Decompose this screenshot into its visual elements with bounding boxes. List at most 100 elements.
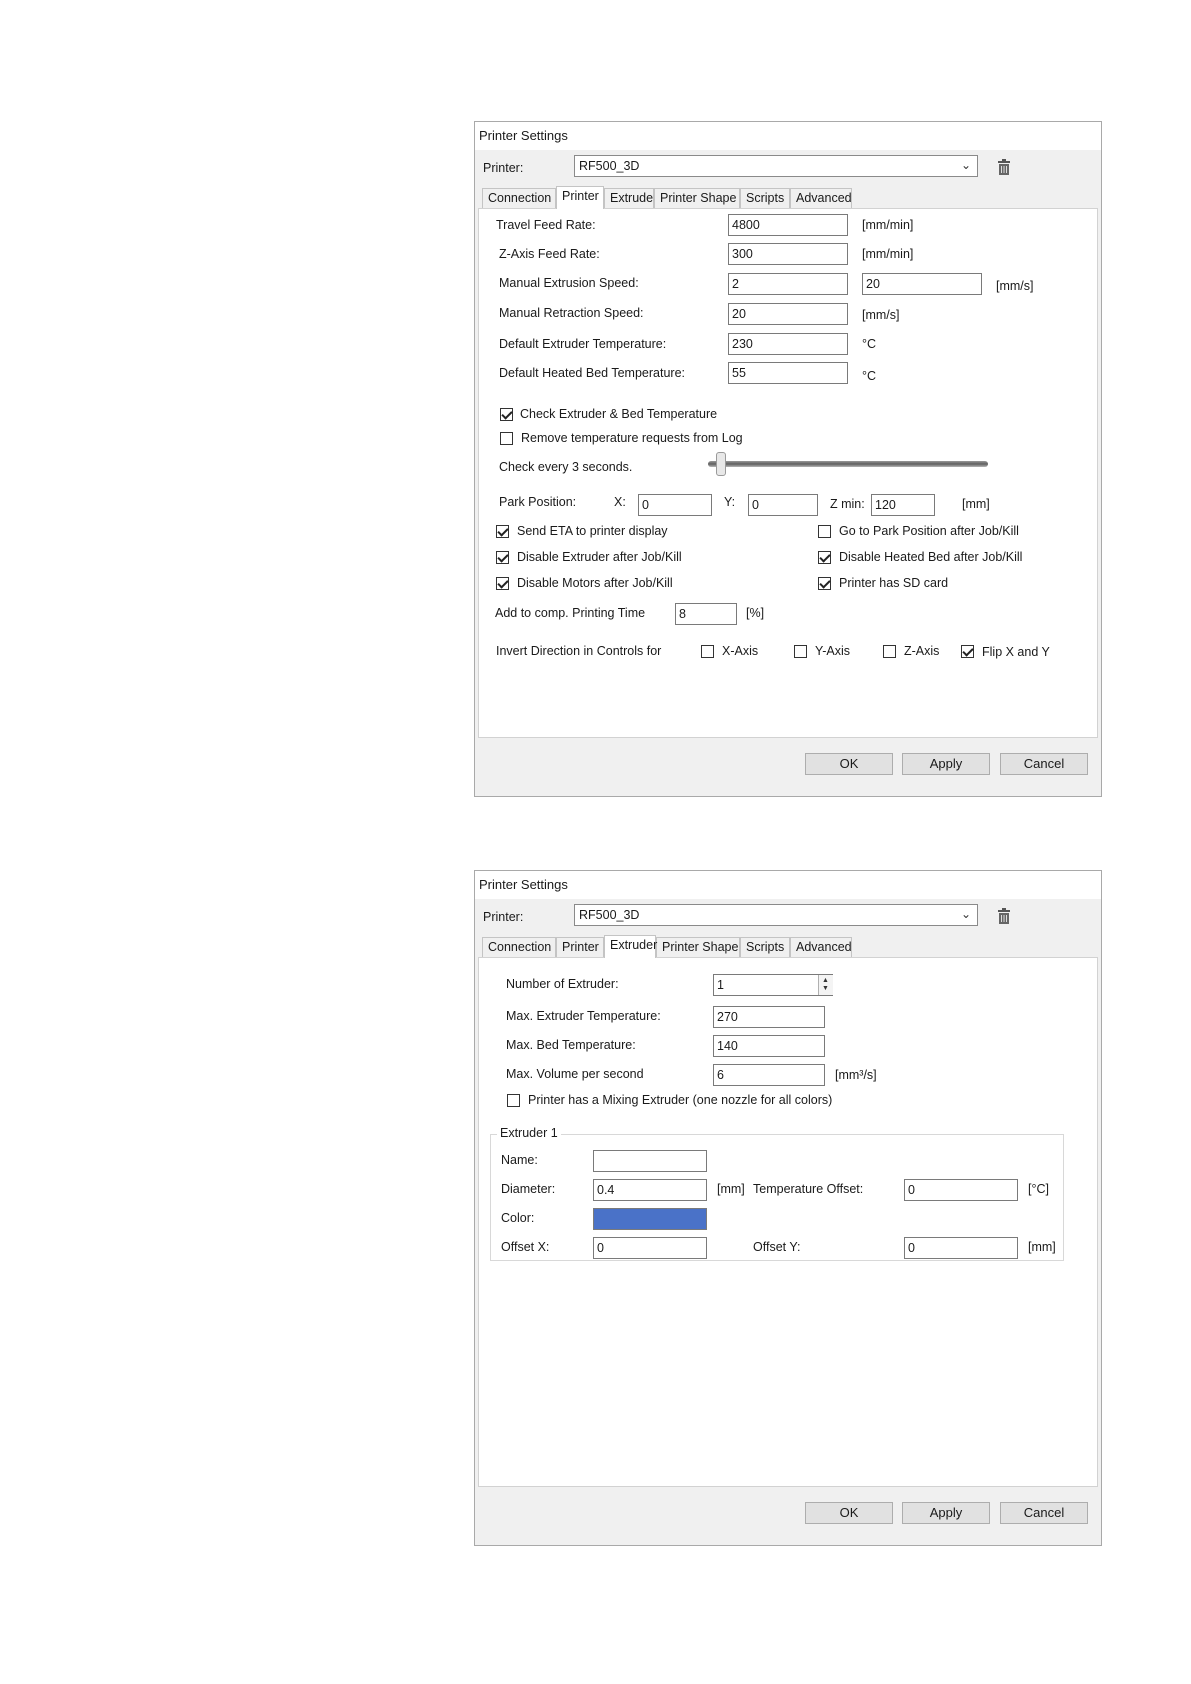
extruder-tab-panel: Number of Extruder: 1 ▲ ▼ Max. Extruder … [478,957,1098,1487]
default-bed-temp-input[interactable]: 55 [728,362,848,384]
diameter-input[interactable]: 0.4 [593,1179,707,1201]
printer-select-value: RF500_3D [579,159,640,173]
add-comp-input[interactable]: 8 [675,603,737,625]
max-volume-input[interactable]: 6 [713,1064,825,1086]
disable-bed-checkbox[interactable] [818,551,831,564]
check-every-label: Check every 3 seconds. [499,460,633,474]
offset-y-label: Offset Y: [753,1240,801,1254]
send-eta-checkbox[interactable] [496,525,509,538]
send-eta-label: Send ETA to printer display [517,524,668,538]
invert-y-axis-label: Y-Axis [815,644,850,658]
max-extruder-temp-label: Max. Extruder Temperature: [506,1009,661,1023]
tab-printer-shape[interactable]: Printer Shape [656,937,740,957]
add-comp-label: Add to comp. Printing Time [495,606,646,620]
printer-settings-dialog-extruder: Printer Settings Printer: RF500_3D ⌄ Con… [474,870,1102,1546]
go-to-park-label: Go to Park Position after Job/Kill [839,524,1019,538]
offset-y-input[interactable]: 0 [904,1237,1018,1259]
go-to-park-checkbox[interactable] [818,525,831,538]
park-unit: [mm] [962,497,990,511]
dialog-title: Printer Settings [479,877,568,892]
check-temp-label: Check Extruder & Bed Temperature [520,407,718,421]
remove-temp-requests-label: Remove temperature requests from Log [521,431,743,445]
tab-connection[interactable]: Connection [482,188,556,208]
mixing-extruder-checkbox[interactable] [507,1094,520,1107]
tab-printer-shape[interactable]: Printer Shape [654,188,740,208]
num-extruder-spinner[interactable]: ▲ ▼ [818,975,833,995]
color-swatch[interactable] [593,1208,707,1230]
mixing-extruder-label: Printer has a Mixing Extruder (one nozzl… [528,1093,833,1107]
disable-extruder-checkbox[interactable] [496,551,509,564]
park-y-label: Y: [724,495,736,509]
tab-connection[interactable]: Connection [482,937,556,957]
cancel-button[interactable]: Cancel [1000,1502,1088,1524]
check-interval-slider-track[interactable] [708,461,988,467]
manual-retraction-speed-input[interactable]: 20 [728,303,848,325]
manual-extrusion-speed-max-input[interactable]: 20 [862,273,982,295]
trash-icon[interactable] [998,908,1010,924]
default-bed-temp-label: Default Heated Bed Temperature: [499,366,685,380]
apply-button[interactable]: Apply [902,1502,990,1524]
spin-up-icon: ▲ [822,977,829,984]
tab-extruder[interactable]: Extruder [604,935,657,958]
max-bed-temp-label: Max. Bed Temperature: [506,1038,636,1052]
chevron-down-icon: ⌄ [960,158,971,172]
invert-x-axis-label: X-Axis [722,644,759,658]
max-extruder-temp-input[interactable]: 270 [713,1006,825,1028]
title-bar: Printer Settings [475,871,1101,899]
title-bar: Printer Settings [475,122,1101,150]
park-zmin-label: Z min: [830,497,865,511]
printer-tab-panel: Travel Feed Rate: 4800 [mm/min] Z-Axis F… [478,208,1098,738]
extruder-name-label: Name: [501,1153,538,1167]
disable-motors-checkbox[interactable] [496,577,509,590]
extruder-name-input[interactable] [593,1150,707,1172]
park-x-input[interactable]: 0 [638,494,712,516]
z-axis-feed-rate-input[interactable]: 300 [728,243,848,265]
default-extruder-temp-input[interactable]: 230 [728,333,848,355]
park-zmin-input[interactable]: 120 [871,494,935,516]
z-axis-feed-rate-label: Z-Axis Feed Rate: [499,247,600,261]
tab-advanced[interactable]: Advanced [790,188,852,208]
check-interval-slider-thumb[interactable] [716,452,726,476]
cancel-button[interactable]: Cancel [1000,753,1088,775]
spin-down-icon: ▼ [822,985,829,992]
max-volume-label: Max. Volume per second [506,1067,644,1081]
temp-offset-label: Temperature Offset: [753,1182,864,1196]
invert-x-axis-checkbox[interactable] [701,645,714,658]
manual-extrusion-speed-input[interactable]: 2 [728,273,848,295]
trash-icon[interactable] [998,159,1010,175]
num-extruder-input[interactable]: 1 [713,974,833,996]
extruder-1-group: Extruder 1 Name: Diameter: 0.4 [mm] Temp… [490,1126,1064,1261]
travel-feed-rate-input[interactable]: 4800 [728,214,848,236]
apply-button[interactable]: Apply [902,753,990,775]
tab-printer[interactable]: Printer [556,937,604,957]
add-comp-unit: [%] [746,606,765,620]
manual-retraction-speed-label: Manual Retraction Speed: [499,306,644,320]
tab-printer[interactable]: Printer [556,186,604,209]
diameter-unit: [mm] [717,1182,745,1196]
flip-xy-checkbox[interactable] [961,645,974,658]
ok-button[interactable]: OK [805,753,893,775]
tab-extruder[interactable]: Extruder [604,188,657,208]
check-temp-checkbox[interactable] [500,408,513,421]
max-bed-temp-input[interactable]: 140 [713,1035,825,1057]
temp-offset-input[interactable]: 0 [904,1179,1018,1201]
disable-motors-label: Disable Motors after Job/Kill [517,576,673,590]
offset-unit: [mm] [1028,1240,1056,1254]
temp-offset-unit: [°C] [1028,1182,1049,1196]
tab-scripts[interactable]: Scripts [740,937,790,957]
tab-advanced[interactable]: Advanced [790,937,852,957]
invert-z-axis-checkbox[interactable] [883,645,896,658]
printer-label: Printer: [483,161,524,175]
ok-button[interactable]: OK [805,1502,893,1524]
printer-select[interactable]: RF500_3D ⌄ [574,904,978,926]
color-label: Color: [501,1211,535,1225]
park-y-input[interactable]: 0 [748,494,818,516]
sd-card-checkbox[interactable] [818,577,831,590]
printer-select[interactable]: RF500_3D ⌄ [574,155,978,177]
offset-x-input[interactable]: 0 [593,1237,707,1259]
invert-y-axis-checkbox[interactable] [794,645,807,658]
manual-extrusion-speed-label: Manual Extrusion Speed: [499,276,639,290]
tab-scripts[interactable]: Scripts [740,188,790,208]
manual-extrusion-speed-unit: [mm/s] [996,279,1034,293]
remove-temp-requests-checkbox[interactable] [500,432,513,445]
